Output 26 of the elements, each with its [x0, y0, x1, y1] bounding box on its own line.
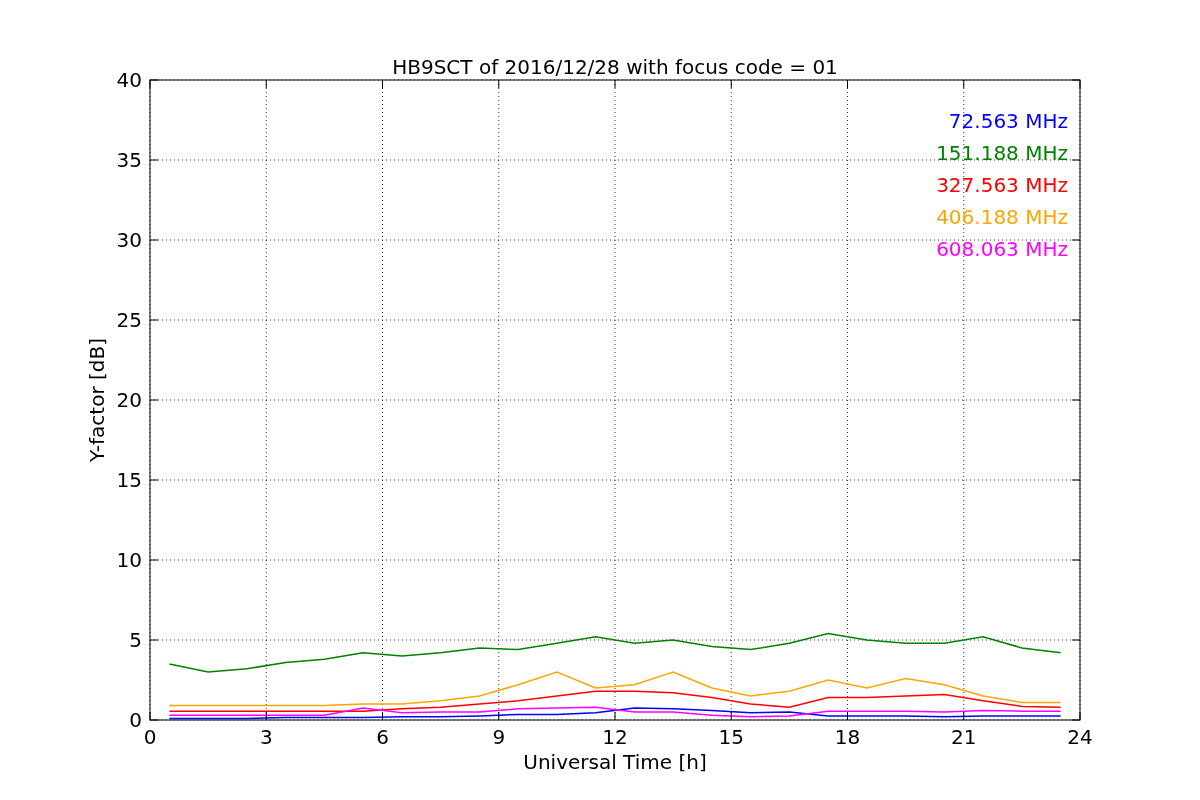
legend-label: 406.188 MHz	[936, 205, 1068, 229]
y-axis-label: Y-factor [dB]	[85, 338, 109, 462]
x-tick-label: 9	[492, 725, 506, 749]
x-tick-label: 15	[718, 725, 744, 749]
x-tick-label: 21	[951, 725, 977, 749]
x-tick-label: 18	[834, 725, 861, 749]
y-tick-label: 35	[116, 148, 142, 172]
y-tick-label: 25	[116, 308, 142, 332]
legend-label: 151.188 MHz	[936, 141, 1068, 165]
legend-label: 608.063 MHz	[936, 237, 1068, 261]
y-tick-label: 0	[129, 708, 142, 732]
y-tick-label: 10	[116, 548, 142, 572]
y-tick-label: 15	[116, 468, 142, 492]
y-tick-label: 40	[116, 68, 142, 92]
legend-label: 327.563 MHz	[936, 173, 1068, 197]
y-tick-label: 20	[116, 388, 142, 412]
x-tick-label: 24	[1067, 725, 1093, 749]
x-tick-label: 12	[602, 725, 628, 749]
x-tick-label: 0	[143, 725, 157, 749]
y-tick-label: 5	[129, 628, 142, 652]
x-tick-label: 3	[259, 725, 273, 749]
chart-title: HB9SCT of 2016/12/28 with focus code = 01	[392, 55, 838, 79]
x-axis-label: Universal Time [h]	[523, 750, 707, 774]
x-tick-label: 6	[376, 725, 389, 749]
legend-label: 72.563 MHz	[948, 109, 1068, 133]
y-tick-label: 30	[116, 228, 142, 252]
